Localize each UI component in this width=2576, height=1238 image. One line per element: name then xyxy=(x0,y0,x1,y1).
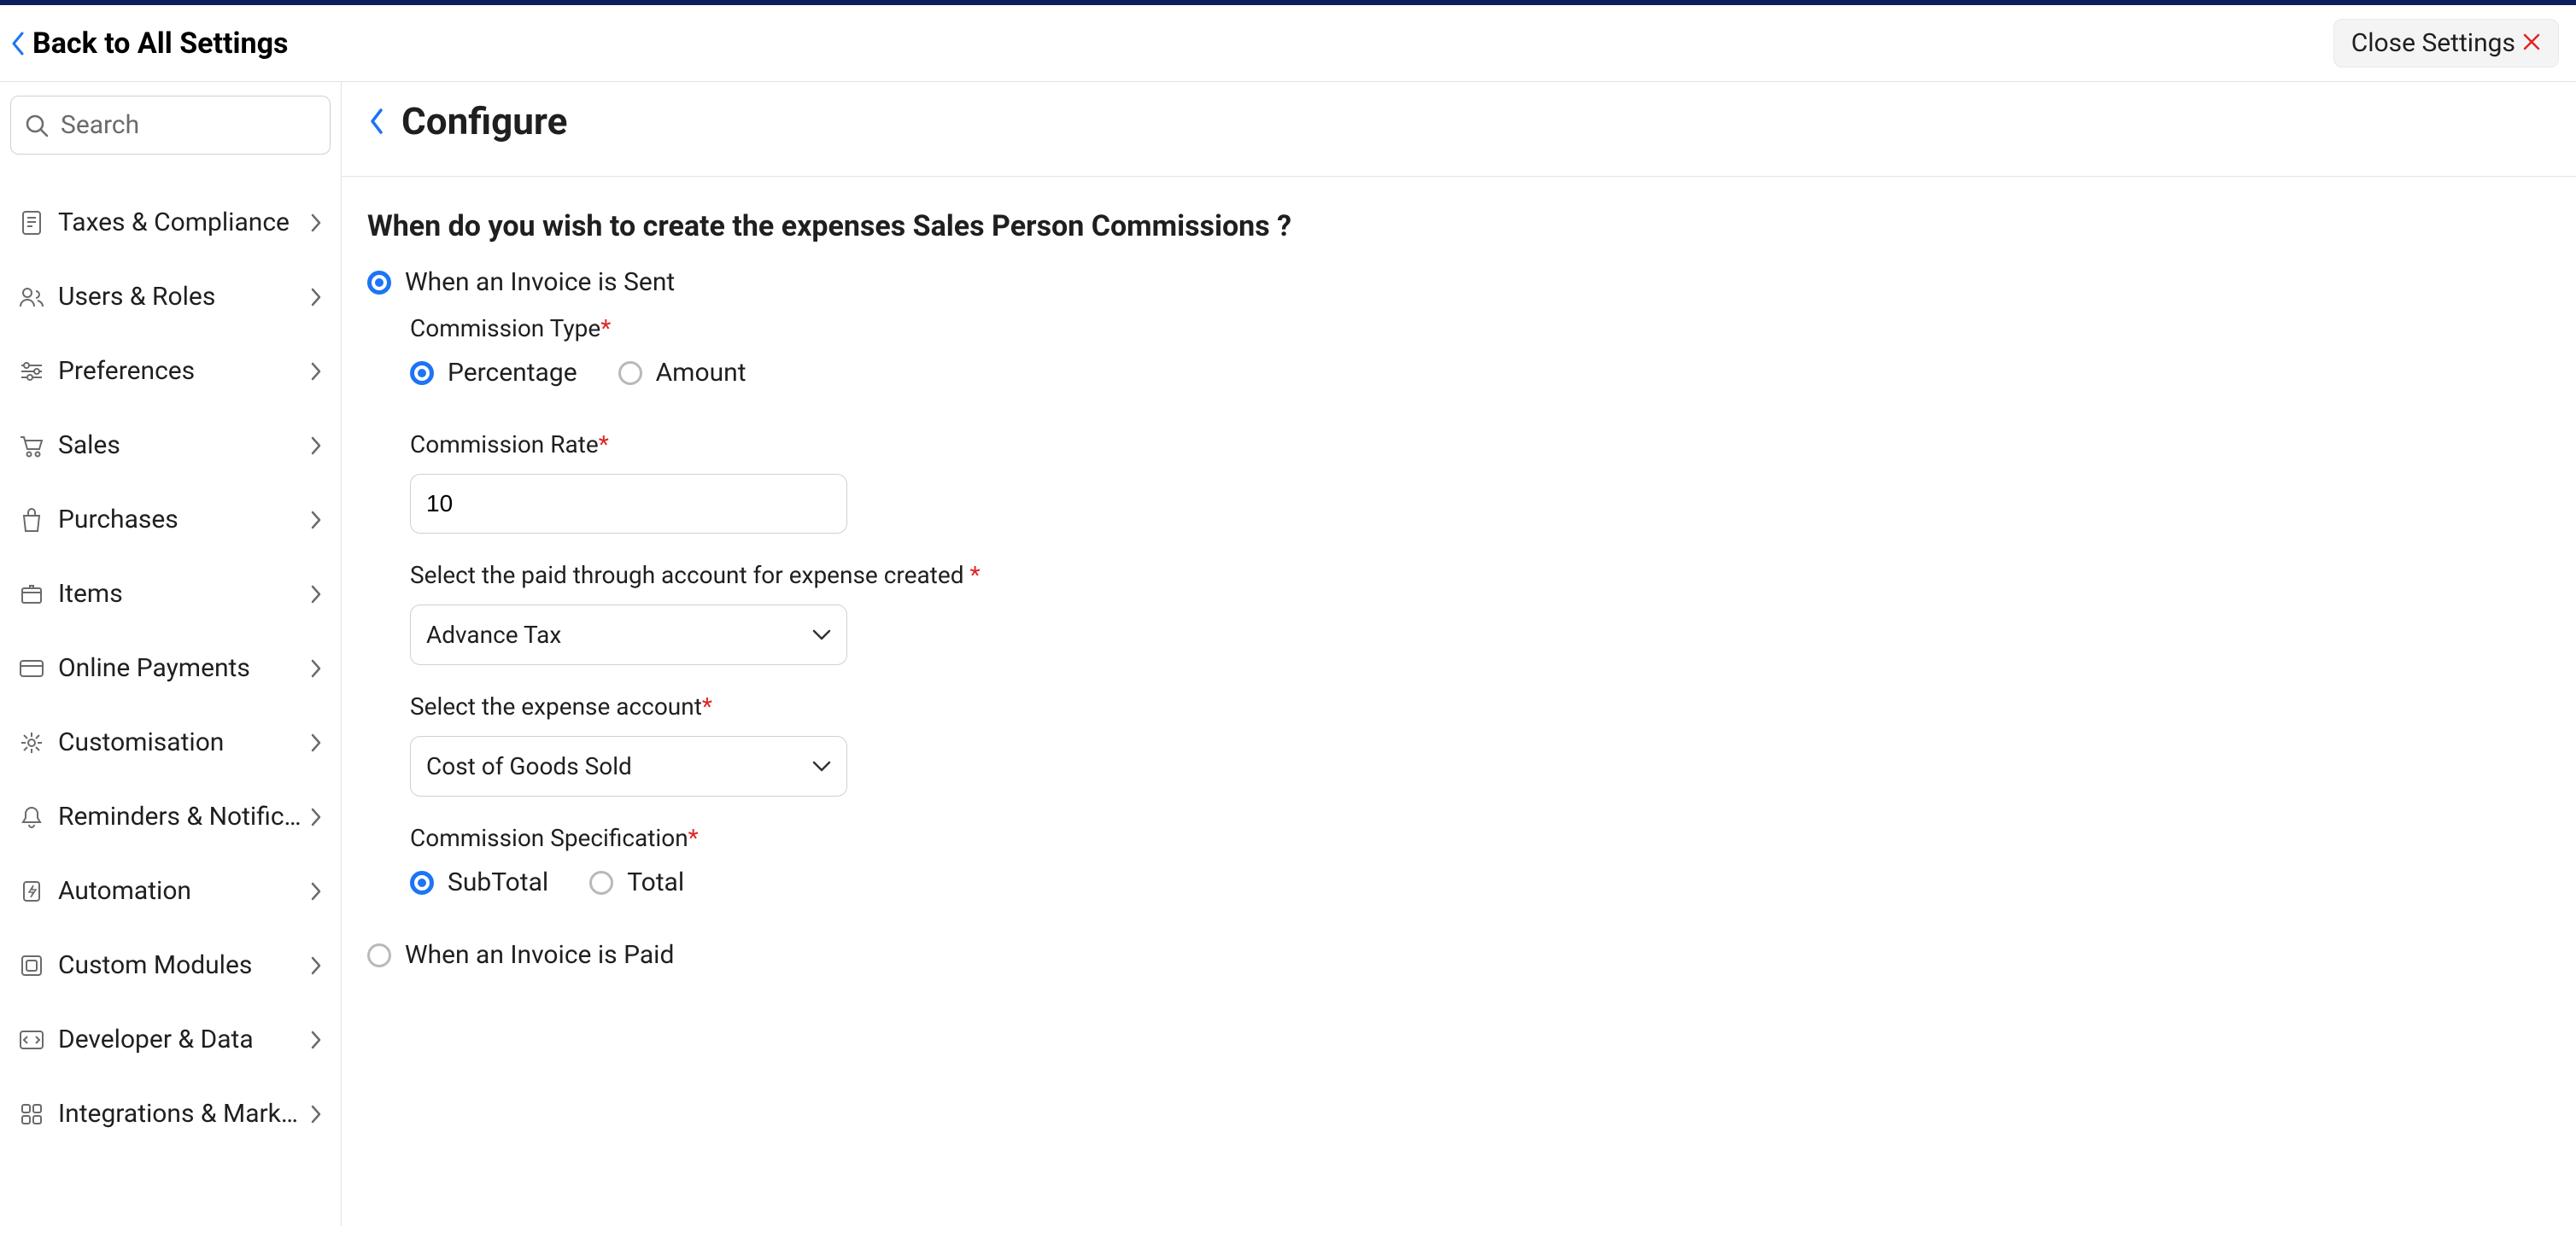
sidebar-item-label: Custom Modules xyxy=(58,950,310,980)
radio-percentage[interactable] xyxy=(410,361,434,385)
sidebar-item-label: Developer & Data xyxy=(58,1025,310,1054)
chevron-left-icon xyxy=(10,32,26,55)
radio-label: When an Invoice is Paid xyxy=(405,940,674,970)
sidebar-item-label: Reminders & Notific… xyxy=(58,802,310,832)
radio-amount[interactable] xyxy=(618,361,642,385)
box-icon xyxy=(19,581,44,607)
sliders-icon xyxy=(19,359,44,384)
chevron-right-icon xyxy=(310,213,322,232)
radio-label: Amount xyxy=(656,358,746,388)
card-icon xyxy=(19,656,44,681)
sidebar-item-label: Online Payments xyxy=(58,653,310,683)
select-value: Cost of Goods Sold xyxy=(426,752,632,780)
chevron-down-icon xyxy=(812,629,831,641)
paid-through-select[interactable]: Advance Tax xyxy=(410,604,847,665)
back-to-settings-link[interactable]: Back to All Settings xyxy=(10,26,288,61)
chevron-right-icon xyxy=(310,808,322,826)
sidebar-item-users[interactable]: Users & Roles xyxy=(10,260,331,334)
chevron-right-icon xyxy=(310,511,322,529)
chevron-down-icon xyxy=(812,761,831,773)
sidebar-item-taxes[interactable]: Taxes & Compliance xyxy=(10,185,331,260)
commission-rate-label: Commission Rate* xyxy=(410,430,2550,458)
sidebar-item-developer[interactable]: Developer & Data xyxy=(10,1002,331,1077)
sidebar-item-customisation[interactable]: Customisation xyxy=(10,705,331,780)
select-value: Advance Tax xyxy=(426,621,561,649)
file-icon xyxy=(19,210,44,236)
module-icon xyxy=(19,953,44,978)
commission-rate-input[interactable] xyxy=(410,474,847,534)
commission-type-label: Commission Type* xyxy=(410,314,2550,342)
sidebar-item-sales[interactable]: Sales xyxy=(10,408,331,482)
radio-subtotal[interactable] xyxy=(410,871,434,895)
config-question: When do you wish to create the expenses … xyxy=(367,209,2550,243)
sidebar-item-label: Automation xyxy=(58,876,310,906)
back-label: Back to All Settings xyxy=(32,26,288,61)
search-input[interactable]: Search xyxy=(10,96,331,155)
sidebar-item-preferences[interactable]: Preferences xyxy=(10,334,331,408)
grid-icon xyxy=(19,1101,44,1127)
sidebar-item-items[interactable]: Items xyxy=(10,557,331,631)
sidebar-item-online-payments[interactable]: Online Payments xyxy=(10,631,331,705)
settings-sidebar: Search Taxes & Compliance Users & Roles … xyxy=(0,82,342,1226)
sidebar-item-reminders[interactable]: Reminders & Notific… xyxy=(10,780,331,854)
sidebar-item-integrations[interactable]: Integrations & Mark… xyxy=(10,1077,331,1151)
chevron-right-icon xyxy=(310,1105,322,1124)
chevron-left-icon[interactable] xyxy=(367,107,386,136)
bell-icon xyxy=(19,804,44,830)
search-icon xyxy=(25,114,49,137)
chevron-right-icon xyxy=(310,733,322,752)
sidebar-item-label: Users & Roles xyxy=(58,282,310,312)
chevron-right-icon xyxy=(310,956,322,975)
chevron-right-icon xyxy=(310,1031,322,1049)
radio-label: SubTotal xyxy=(448,867,548,897)
sidebar-item-label: Customisation xyxy=(58,727,310,757)
sidebar-item-label: Taxes & Compliance xyxy=(58,207,310,237)
radio-total[interactable] xyxy=(589,871,613,895)
sidebar-item-label: Preferences xyxy=(58,356,310,386)
sidebar-item-label: Items xyxy=(58,579,310,609)
radio-label: Percentage xyxy=(448,358,577,388)
sidebar-item-purchases[interactable]: Purchases xyxy=(10,482,331,557)
radio-when-invoice-sent[interactable] xyxy=(367,271,391,295)
sidebar-item-label: Sales xyxy=(58,430,310,460)
search-placeholder: Search xyxy=(61,110,139,140)
chevron-right-icon xyxy=(310,362,322,381)
chevron-right-icon xyxy=(310,659,322,678)
radio-label: When an Invoice is Sent xyxy=(405,267,675,297)
bolt-icon xyxy=(19,879,44,904)
page-title: Configure xyxy=(401,99,567,143)
close-icon xyxy=(2522,28,2541,58)
expense-account-select[interactable]: Cost of Goods Sold xyxy=(410,736,847,797)
sidebar-item-label: Integrations & Mark… xyxy=(58,1099,310,1129)
chevron-right-icon xyxy=(310,436,322,455)
chevron-right-icon xyxy=(310,882,322,901)
commission-spec-label: Commission Specification* xyxy=(410,824,2550,852)
close-label: Close Settings xyxy=(2351,28,2515,58)
sidebar-item-custom-modules[interactable]: Custom Modules xyxy=(10,928,331,1002)
people-icon xyxy=(19,284,44,310)
chevron-right-icon xyxy=(310,585,322,604)
sidebar-item-automation[interactable]: Automation xyxy=(10,854,331,928)
wrench-icon xyxy=(19,730,44,756)
expense-account-label: Select the expense account* xyxy=(410,692,2550,721)
radio-when-invoice-paid[interactable] xyxy=(367,943,391,967)
chevron-right-icon xyxy=(310,288,322,307)
radio-label: Total xyxy=(627,867,684,897)
close-settings-button[interactable]: Close Settings xyxy=(2333,19,2559,67)
paid-through-label: Select the paid through account for expe… xyxy=(410,561,2550,589)
cart-icon xyxy=(19,433,44,458)
sidebar-item-label: Purchases xyxy=(58,505,310,534)
code-icon xyxy=(19,1027,44,1053)
bag-icon xyxy=(19,507,44,533)
